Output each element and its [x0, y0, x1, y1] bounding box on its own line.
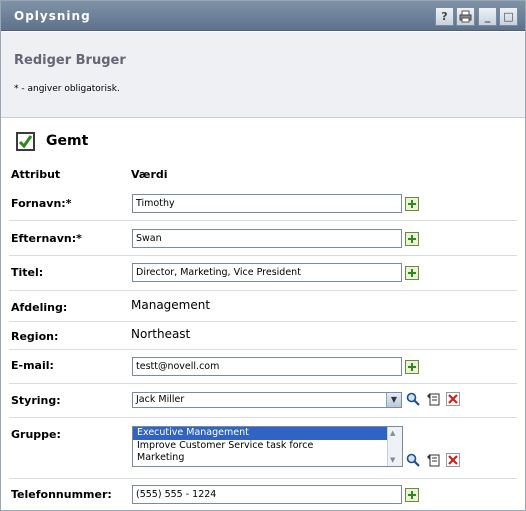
title-input[interactable]: Director, Marketing, Vice President: [132, 263, 402, 282]
row-divider: [9, 349, 517, 350]
maximize-button[interactable]: □: [499, 7, 518, 26]
add-firstname-icon[interactable]: [405, 197, 419, 211]
list-item[interactable]: Executive Management: [133, 427, 402, 440]
chevron-up-icon[interactable]: ▲: [390, 429, 395, 437]
manager-label: Styring:: [11, 394, 61, 407]
region-label: Region:: [11, 330, 59, 343]
history-icon[interactable]: [425, 392, 441, 408]
list-item[interactable]: Improve Customer Service task force: [133, 440, 402, 453]
region-value: Northeast: [131, 327, 191, 341]
row-divider: [9, 255, 517, 256]
print-button[interactable]: [456, 7, 475, 26]
search-icon[interactable]: [405, 392, 421, 408]
column-header-attribute: Attribut: [11, 168, 61, 181]
row-divider: [9, 417, 517, 418]
page-title: Rediger Bruger: [14, 53, 126, 68]
lastname-input[interactable]: Swan: [132, 229, 402, 248]
help-button[interactable]: ?: [435, 7, 454, 26]
row-divider: [9, 321, 517, 322]
row-divider: [9, 220, 517, 221]
add-lastname-icon[interactable]: [405, 232, 419, 246]
department-value: Management: [131, 298, 211, 312]
group-listbox[interactable]: Executive Management Improve Customer Se…: [132, 426, 403, 467]
printer-icon: [459, 10, 472, 23]
row-divider: [9, 290, 517, 291]
delete-icon[interactable]: [445, 453, 461, 469]
phone-label: Telefonnummer:: [11, 488, 112, 501]
manager-select[interactable]: Jack Miller ▼: [132, 392, 402, 408]
firstname-label: Fornavn:*: [11, 197, 72, 210]
chevron-down-icon[interactable]: ▼: [390, 456, 395, 464]
panel-title: Oplysning: [14, 9, 91, 23]
status-label: Gemt: [46, 133, 89, 149]
history-icon[interactable]: [425, 453, 441, 469]
email-input[interactable]: testt@novell.com: [132, 357, 402, 376]
add-title-icon[interactable]: [405, 266, 419, 280]
required-note: * - angiver obligatorisk.: [14, 84, 120, 94]
checkmark-icon: [16, 132, 35, 151]
phone-input[interactable]: (555) 555 - 1224: [132, 485, 402, 504]
panel-titlebar: Oplysning ? _ □: [1, 1, 525, 31]
group-label: Gruppe:: [11, 428, 61, 441]
delete-icon[interactable]: [445, 392, 461, 408]
chevron-down-icon[interactable]: ▼: [386, 393, 401, 407]
lastname-label: Efternavn:*: [11, 232, 82, 245]
email-label: E-mail:: [11, 359, 54, 372]
department-label: Afdeling:: [11, 301, 68, 314]
minimize-button[interactable]: _: [478, 7, 497, 26]
detail-panel: Oplysning ? _ □ Rediger Bruger * - angiv…: [0, 0, 526, 511]
add-email-icon[interactable]: [405, 360, 419, 374]
column-header-value: Værdi: [131, 168, 168, 181]
row-divider: [9, 383, 517, 384]
form-header: Rediger Bruger * - angiver obligatorisk.: [1, 32, 525, 118]
add-phone-icon[interactable]: [405, 488, 419, 502]
list-item[interactable]: Marketing: [133, 452, 402, 465]
listbox-scrollbar[interactable]: ▲ ▼: [387, 427, 402, 466]
firstname-input[interactable]: Timothy: [132, 194, 402, 213]
title-label: Titel:: [11, 266, 44, 279]
row-divider: [9, 478, 517, 479]
search-icon[interactable]: [405, 453, 421, 469]
manager-select-value: Jack Miller: [136, 394, 185, 405]
